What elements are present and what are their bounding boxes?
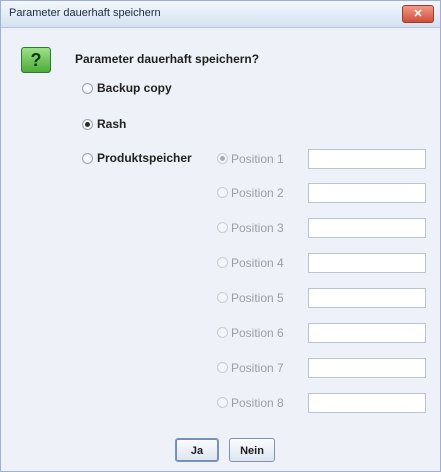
position-2-input[interactable] xyxy=(308,183,426,203)
position-5-input[interactable] xyxy=(308,288,426,308)
position-4-input[interactable] xyxy=(308,253,426,273)
position-7-input[interactable] xyxy=(308,358,426,378)
dialog-question: Parameter dauerhaft speichern? xyxy=(75,52,260,66)
close-button[interactable]: ✕ xyxy=(402,5,434,23)
position-label: Position 8 xyxy=(231,396,284,410)
position-6-input[interactable] xyxy=(308,323,426,343)
question-icon: ? xyxy=(21,47,51,73)
radio-position-2[interactable] xyxy=(217,187,228,198)
position-label: Position 6 xyxy=(231,326,284,340)
radio-position-1[interactable] xyxy=(217,153,228,164)
position-3-input[interactable] xyxy=(308,218,426,238)
position-label: Position 2 xyxy=(231,186,284,200)
title-bar: Parameter dauerhaft speichern ✕ xyxy=(1,1,440,28)
radio-backup-copy[interactable] xyxy=(82,83,93,94)
radio-position-5[interactable] xyxy=(217,292,228,303)
radio-position-7[interactable] xyxy=(217,362,228,373)
option-label-backup-copy: Backup copy xyxy=(97,81,172,95)
radio-position-3[interactable] xyxy=(217,222,228,233)
option-label-produktspeicher: Produktspeicher xyxy=(97,151,192,165)
position-label: Position 7 xyxy=(231,361,284,375)
radio-position-6[interactable] xyxy=(217,327,228,338)
position-label: Position 5 xyxy=(231,291,284,305)
position-label: Position 4 xyxy=(231,256,284,270)
position-label: Position 1 xyxy=(231,152,284,166)
position-8-input[interactable] xyxy=(308,393,426,413)
position-label: Position 3 xyxy=(231,221,284,235)
radio-flash[interactable] xyxy=(82,119,93,130)
radio-position-8[interactable] xyxy=(217,397,228,408)
radio-produktspeicher[interactable] xyxy=(82,153,93,164)
position-1-input[interactable] xyxy=(308,149,426,169)
yes-button[interactable]: Ja xyxy=(175,438,219,462)
dialog-window: Parameter dauerhaft speichern ✕ ? Parame… xyxy=(0,0,441,472)
radio-position-4[interactable] xyxy=(217,257,228,268)
window-title: Parameter dauerhaft speichern xyxy=(9,7,161,19)
no-button[interactable]: Nein xyxy=(229,438,275,462)
option-label-flash: Rash xyxy=(97,117,127,131)
